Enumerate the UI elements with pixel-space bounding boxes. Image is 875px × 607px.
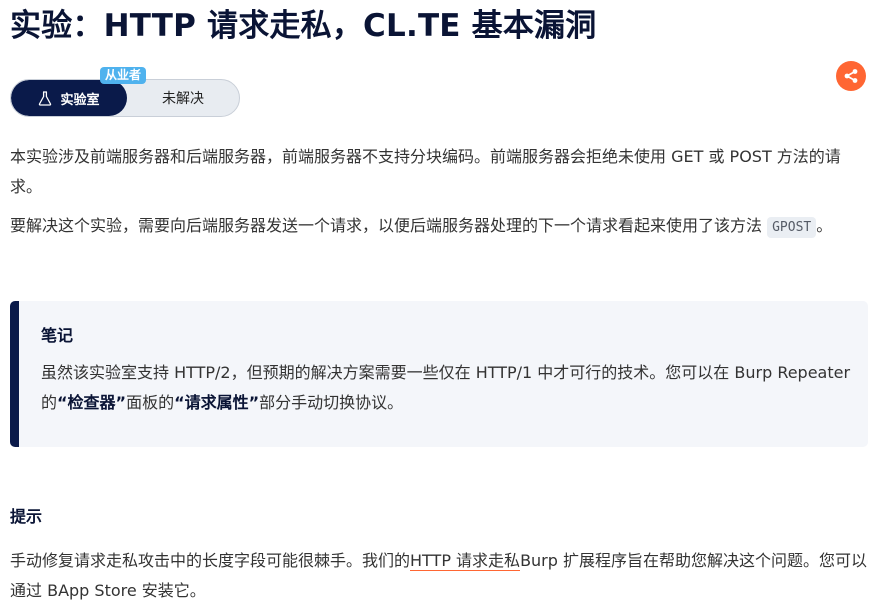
lab-status-label: 未解决 — [162, 91, 204, 107]
hint-paragraph: 手动修复请求走私攻击中的长度字段可能很棘手。我们的HTTP 请求走私Burp 扩… — [10, 546, 868, 606]
request-attributes-label: “请求属性” — [174, 393, 260, 412]
description-text-end: 。 — [816, 216, 833, 235]
lab-status-toggle: 实验室 未解决 — [10, 79, 240, 117]
note-text-2: 面板的 — [126, 393, 175, 412]
page-title: 实验：HTTP 请求走私，CL.TE 基本漏洞 — [10, 8, 597, 44]
note-text: 虽然该实验室支持 HTTP/2，但预期的解决方案需要一些仅在 HTTP/1 中才… — [41, 358, 851, 418]
description-paragraph-2: 要解决这个实验，需要向后端服务器发送一个请求，以便后端服务器处理的下一个请求看起… — [10, 211, 868, 243]
share-icon — [843, 68, 859, 84]
description-paragraph-1: 本实验涉及前端服务器和后端服务器，前端服务器不支持分块编码。前端服务器会拒绝未使… — [10, 147, 841, 196]
note-text-3: 部分手动切换协议。 — [259, 393, 404, 412]
lab-label: 实验室 — [60, 92, 100, 108]
inspector-label: “检查器” — [57, 393, 127, 412]
level-badge: 从业者 — [100, 67, 147, 84]
lab-pill[interactable]: 实验室 — [11, 80, 127, 116]
hint-text: 手动修复请求走私攻击中的长度字段可能很棘手。我们的 — [10, 551, 411, 570]
note-box: 笔记 虽然该实验室支持 HTTP/2，但预期的解决方案需要一些仅在 HTTP/1… — [10, 301, 868, 447]
share-button[interactable] — [836, 61, 866, 91]
flask-icon — [38, 90, 52, 106]
http-request-smuggler-link[interactable]: HTTP 请求走私 — [410, 551, 521, 571]
note-title: 笔记 — [41, 326, 74, 345]
description-text: 要解决这个实验，需要向后端服务器发送一个请求，以便后端服务器处理的下一个请求看起… — [10, 216, 768, 235]
hint-heading: 提示 — [10, 507, 43, 526]
method-code: GPOST — [767, 217, 817, 238]
